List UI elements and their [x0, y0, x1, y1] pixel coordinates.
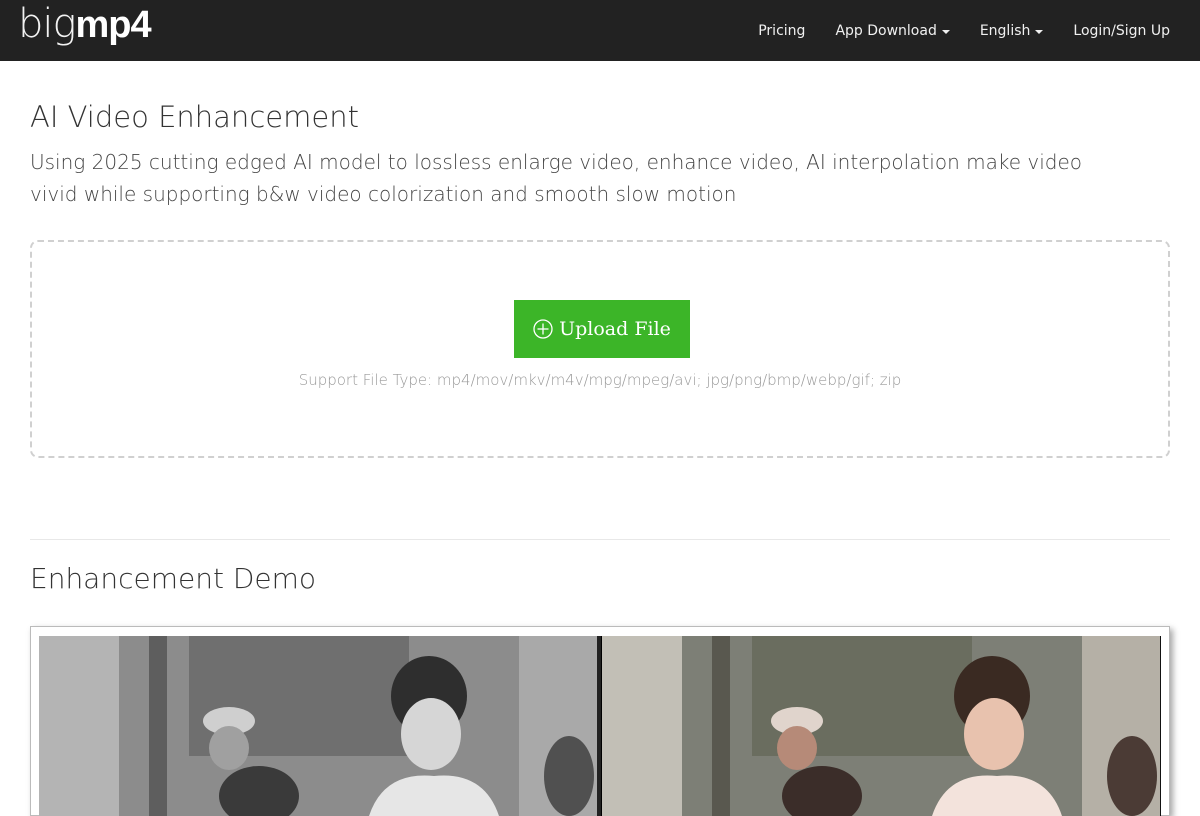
section-divider — [30, 539, 1170, 540]
nav-pricing-link[interactable]: Pricing — [758, 23, 805, 39]
demo-comparison-image — [39, 636, 1161, 816]
site-logo[interactable]: big mp4 — [18, 1, 152, 56]
caret-down-icon — [1035, 29, 1044, 34]
nav-app-download-dropdown[interactable]: App Download — [835, 22, 950, 39]
nav-language-dropdown[interactable]: English — [980, 23, 1044, 39]
nav-language-label: English — [979, 22, 1031, 39]
upload-file-button[interactable]: Upload File — [514, 300, 690, 358]
caret-down-icon — [941, 29, 950, 34]
logo-text-big: big — [18, 1, 77, 47]
nav-login-signup-label: Login/Sign Up — [1073, 22, 1170, 39]
demo-comparison-frame — [30, 626, 1170, 816]
nav-app-download-label: App Download — [835, 22, 937, 39]
page-description: Using 2025 cutting edged AI model to los… — [30, 150, 1083, 206]
nav-login-signup-link[interactable]: Login/Sign Up — [1073, 23, 1170, 39]
upload-drop-zone[interactable]: Upload File Support File Type: mp4/mov/m… — [30, 240, 1170, 458]
supported-file-types: Support File Type: mp4/mov/mkv/m4v/mpg/m… — [298, 371, 902, 389]
demo-before-image — [39, 636, 601, 816]
nav-links: Pricing App Download English Login/Sign … — [728, 0, 1170, 61]
logo-text-mp4: mp4 — [75, 4, 152, 46]
demo-section-title: Enhancement Demo — [30, 562, 317, 595]
plus-circle-icon — [533, 319, 553, 339]
upload-file-label: Upload File — [559, 318, 671, 340]
nav-pricing-label: Pricing — [758, 22, 806, 39]
demo-after-image — [601, 636, 1160, 816]
top-navbar: big mp4 Pricing App Download English Logi… — [0, 0, 1200, 61]
page-title: AI Video Enhancement — [30, 100, 359, 134]
